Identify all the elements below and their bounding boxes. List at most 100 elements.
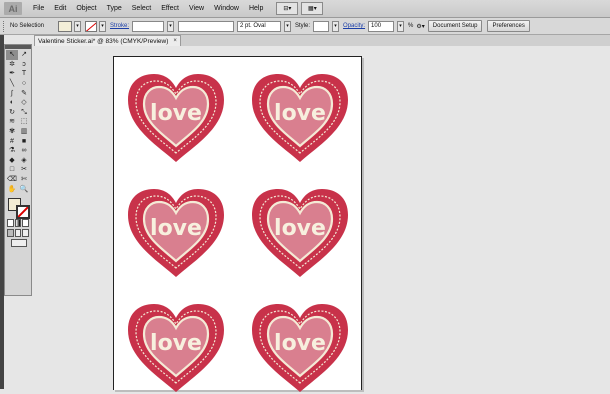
lasso-tool-icon[interactable]: ↄ	[18, 60, 30, 70]
slice-tool-icon[interactable]: ✂	[18, 165, 30, 175]
draw-inside-icon[interactable]	[22, 228, 30, 237]
recolor-artwork-icon[interactable]: ⚙▾	[416, 23, 424, 30]
style-swatch[interactable]	[313, 20, 330, 32]
free-transform-tool-icon[interactable]: ⬚	[18, 117, 30, 127]
love-text: love	[150, 331, 202, 356]
eyedropper-tool-icon[interactable]: ⚗	[6, 146, 18, 156]
app-logo: Ai	[4, 2, 22, 15]
love-text: love	[150, 216, 202, 241]
paintbrush-tool-icon[interactable]: ∫	[6, 88, 18, 98]
heart-icon: love	[128, 189, 224, 277]
color-mode-buttons	[5, 218, 31, 228]
artboard[interactable]: love love love love love love	[113, 56, 362, 392]
heart-icon: love	[252, 189, 348, 277]
column-graph-tool-icon[interactable]: ▥	[18, 127, 30, 137]
magic-wand-tool-icon[interactable]: ✲	[6, 60, 18, 70]
heart-icon: love	[252, 74, 348, 162]
selection-status: No Selection	[10, 23, 45, 29]
menu-file[interactable]: File	[28, 5, 49, 12]
brush-dropdown-icon[interactable]: ▾	[284, 20, 292, 32]
love-text: love	[274, 101, 326, 126]
stroke-dropdown-icon[interactable]: ▾	[99, 20, 106, 32]
stroke-weight-field[interactable]	[132, 20, 165, 32]
draw-behind-icon[interactable]	[14, 228, 22, 237]
artboard-tool-icon[interactable]: □	[6, 165, 18, 175]
control-panel: No Selection ▾ ▾ Stroke: ▾ 2 pt. Oval ▾ …	[0, 18, 610, 35]
gradient-tool-icon[interactable]: ■	[18, 136, 30, 146]
heart-icon: love	[252, 304, 348, 392]
style-dropdown-icon[interactable]: ▾	[332, 20, 340, 32]
stroke-weight-dropdown-icon[interactable]: ▾	[167, 20, 175, 32]
type-tool-icon[interactable]: T	[18, 69, 30, 79]
eraser-tool-icon[interactable]: ◇	[18, 98, 30, 108]
mesh-tool-icon[interactable]: #	[6, 136, 18, 146]
gradient-mode-icon[interactable]	[14, 218, 22, 227]
live-paint-selection-tool-icon[interactable]: ◈	[18, 156, 30, 166]
screen-mode-icon[interactable]	[11, 238, 27, 247]
menu-edit[interactable]: Edit	[49, 5, 71, 12]
love-heart-sticker[interactable]: love	[250, 187, 350, 279]
menu-window[interactable]: Window	[209, 5, 244, 12]
heart-icon: love	[128, 74, 224, 162]
hand-tool-icon[interactable]: ✋	[6, 184, 18, 194]
symbol-sprayer-tool-icon[interactable]: ✾	[6, 127, 18, 137]
love-heart-sticker[interactable]: love	[126, 302, 226, 394]
menu-view[interactable]: View	[184, 5, 209, 12]
love-text: love	[150, 101, 202, 126]
variable-width-field[interactable]	[178, 20, 235, 32]
love-heart-sticker[interactable]: love	[250, 302, 350, 394]
fill-dropdown-icon[interactable]: ▾	[74, 20, 81, 32]
style-label: Style:	[295, 23, 311, 29]
love-text: love	[274, 216, 326, 241]
opacity-label[interactable]: Opacity:	[343, 23, 365, 29]
fill-stroke-control	[5, 196, 31, 219]
draw-mode-buttons	[5, 228, 31, 238]
arrange-documents-icon[interactable]: ▦▾	[301, 2, 324, 15]
draw-normal-icon[interactable]	[7, 228, 14, 237]
eraser-tool-icon[interactable]: ⌫	[6, 175, 18, 185]
heart-icon: love	[128, 304, 224, 392]
bridge-icon[interactable]: ⊟▾	[276, 2, 299, 15]
menu-object[interactable]: Object	[71, 5, 101, 12]
menu-type[interactable]: Type	[102, 5, 127, 12]
scissors-tool-icon[interactable]: ✄	[18, 175, 30, 185]
document-tab-bar: Valentine Sticker.ai* @ 83% (CMYK/Previe…	[34, 35, 610, 47]
menu-help[interactable]: Help	[244, 5, 268, 12]
document-setup-button[interactable]: Document Setup	[427, 20, 483, 32]
panel-grip[interactable]	[3, 20, 7, 32]
stroke-label[interactable]: Stroke:	[110, 23, 129, 29]
love-text: love	[274, 331, 326, 356]
stroke-color-box[interactable]	[16, 204, 30, 219]
blend-tool-icon[interactable]: ∞	[18, 146, 30, 156]
rotate-tool-icon[interactable]: ↻	[6, 108, 18, 118]
preferences-button[interactable]: Preferences	[487, 20, 530, 32]
blob-brush-tool-icon[interactable]: ◐	[6, 98, 18, 108]
screen-mode-row	[5, 238, 31, 248]
love-heart-sticker[interactable]: love	[126, 72, 226, 164]
opacity-field[interactable]: 100	[368, 20, 395, 32]
zoom-tool-icon[interactable]: 🔍	[18, 184, 30, 194]
menu-effect[interactable]: Effect	[156, 5, 184, 12]
love-heart-sticker[interactable]: love	[126, 187, 226, 279]
selection-tool-icon[interactable]: ↖	[6, 50, 18, 60]
menu-bar: Ai File Edit Object Type Select Effect V…	[0, 0, 610, 18]
pen-tool-icon[interactable]: ✒	[6, 69, 18, 79]
direct-selection-tool-icon[interactable]: ↗	[18, 50, 30, 60]
brush-definition-field[interactable]: 2 pt. Oval	[237, 20, 282, 32]
opacity-unit: %	[408, 23, 414, 29]
opacity-dropdown-icon[interactable]: ▾	[397, 20, 405, 32]
pencil-tool-icon[interactable]: ✎	[18, 88, 30, 98]
menu-select[interactable]: Select	[127, 5, 156, 12]
tools-grid: ↖ ↗ ✲ ↄ ✒ T ╲ ○ ∫ ✎ ◐ ◇ ↻ ⤡ ≋ ⬚ ✾ ▥ # ■ ⚗ ∞ ◆ ◈ □ ✂ ⌫ ✄ ✋ 🔍	[5, 49, 31, 194]
stroke-swatch[interactable]	[85, 20, 97, 32]
none-mode-icon[interactable]	[22, 218, 30, 227]
tools-panel: ↖ ↗ ✲ ↄ ✒ T ╲ ○ ∫ ✎ ◐ ◇ ↻ ⤡ ≋ ⬚ ✾ ▥ # ■ ⚗ ∞ ◆ ◈ □ ✂ ⌫ ✄ ✋ 🔍	[4, 44, 32, 296]
ellipse-tool-icon[interactable]: ○	[18, 79, 30, 89]
fill-swatch[interactable]	[58, 20, 72, 32]
scale-tool-icon[interactable]: ⤡	[18, 108, 30, 118]
live-paint-bucket-tool-icon[interactable]: ◆	[6, 156, 18, 166]
love-heart-sticker[interactable]: love	[250, 72, 350, 164]
color-mode-icon[interactable]	[7, 218, 14, 227]
warp-tool-icon[interactable]: ≋	[6, 117, 18, 127]
line-tool-icon[interactable]: ╲	[6, 79, 18, 89]
